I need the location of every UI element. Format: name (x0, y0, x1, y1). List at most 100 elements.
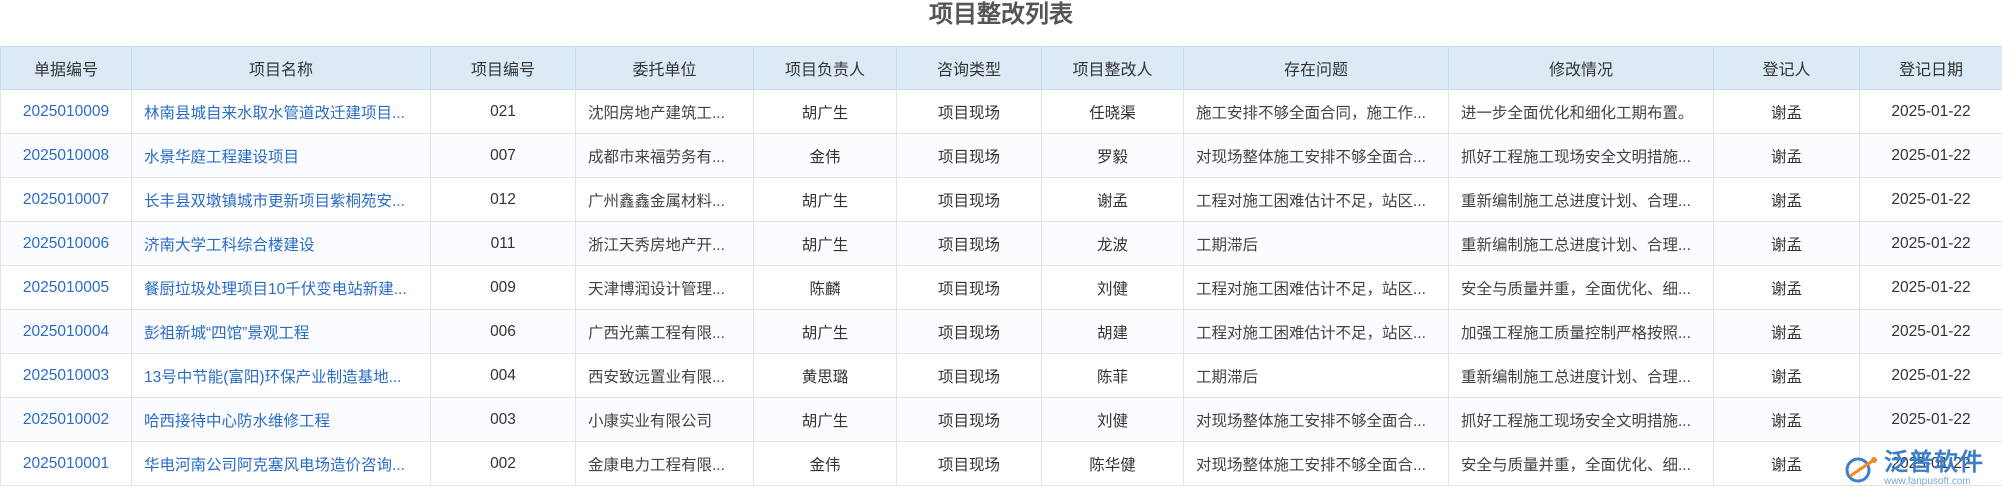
cell-client: 小康实业有限公司 (575, 397, 754, 442)
cell-consult-type: 项目现场 (896, 441, 1042, 486)
cell-register-date: 2025-01-22 (1859, 221, 2002, 266)
cell-issues: 工期滞后 (1183, 221, 1449, 266)
cell-registrar: 谢孟 (1713, 177, 1860, 222)
cell-doc-no[interactable]: 2025010001 (0, 441, 132, 486)
cell-project-name[interactable]: 华电河南公司阿克塞风电场造价咨询... (131, 441, 431, 486)
col-header-modifications[interactable]: 修改情况 (1448, 46, 1714, 90)
col-header-project-lead[interactable]: 项目负责人 (753, 46, 897, 90)
table-row[interactable]: 2025010008 水景华庭工程建设项目 007 成都市来福劳务有... 金伟 项目现场… (0, 133, 2002, 178)
logo-name: 泛普软件 (1884, 449, 1984, 476)
cell-registrar: 谢孟 (1713, 265, 1860, 310)
cell-register-date: 2025-01-22 (1859, 397, 2002, 442)
cell-modifications: 抓好工程施工现场安全文明措施... (1448, 133, 1714, 178)
cell-consult-type: 项目现场 (896, 133, 1042, 178)
cell-consult-type: 项目现场 (896, 177, 1042, 222)
cell-doc-no[interactable]: 2025010002 (0, 397, 132, 442)
table-row[interactable]: 2025010002 哈西接待中心防水维修工程 003 小康实业有限公司 胡广生 项目现场… (0, 397, 2002, 442)
table-row[interactable]: 2025010003 13号中节能(富阳)环保产业制造基地... 004 西安致远置业… (0, 353, 2002, 398)
cell-project-no: 009 (430, 265, 576, 310)
col-header-register-date[interactable]: 登记日期 (1859, 46, 2002, 90)
cell-modifications: 重新编制施工总进度计划、合理... (1448, 221, 1714, 266)
cell-registrar: 谢孟 (1713, 221, 1860, 266)
cell-doc-no[interactable]: 2025010009 (0, 89, 132, 134)
cell-project-no: 011 (430, 221, 576, 266)
cell-register-date: 2025-01-22 (1859, 133, 2002, 178)
cell-project-name[interactable]: 济南大学工科综合楼建设 (131, 221, 431, 266)
logo-url: www.fanpusoft.com (1884, 476, 1971, 487)
cell-rectifier: 刘健 (1041, 265, 1184, 310)
col-header-consult-type[interactable]: 咨询类型 (896, 46, 1042, 90)
cell-doc-no[interactable]: 2025010007 (0, 177, 132, 222)
cell-modifications: 重新编制施工总进度计划、合理... (1448, 353, 1714, 398)
cell-rectifier: 陈菲 (1041, 353, 1184, 398)
cell-consult-type: 项目现场 (896, 89, 1042, 134)
cell-client: 天津博润设计管理... (575, 265, 754, 310)
cell-registrar: 谢孟 (1713, 309, 1860, 354)
cell-register-date: 2025-01-22 (1859, 177, 2002, 222)
cell-rectifier: 谢孟 (1041, 177, 1184, 222)
col-header-client[interactable]: 委托单位 (575, 46, 754, 90)
cell-register-date: 2025-01-22 (1859, 265, 2002, 310)
cell-registrar: 谢孟 (1713, 441, 1860, 486)
cell-modifications: 安全与质量并重，全面优化、细... (1448, 265, 1714, 310)
cell-project-no: 021 (430, 89, 576, 134)
table-row[interactable]: 2025010006 济南大学工科综合楼建设 011 浙江天秀房地产开... 胡广生 项目… (0, 221, 2002, 266)
cell-project-name[interactable]: 水景华庭工程建设项目 (131, 133, 431, 178)
col-header-project-name[interactable]: 项目名称 (131, 46, 431, 90)
cell-rectifier: 刘健 (1041, 397, 1184, 442)
cell-client: 沈阳房地产建筑工... (575, 89, 754, 134)
col-header-rectifier[interactable]: 项目整改人 (1041, 46, 1184, 90)
cell-consult-type: 项目现场 (896, 309, 1042, 354)
cell-project-lead: 金伟 (753, 441, 897, 486)
cell-client: 西安致远置业有限... (575, 353, 754, 398)
rectification-table: 单据编号 项目名称 项目编号 委托单位 项目负责人 咨询类型 项目整改人 存在问… (0, 46, 2002, 486)
cell-doc-no[interactable]: 2025010006 (0, 221, 132, 266)
page-title: 项目整改列表 (929, 1, 1073, 28)
cell-issues: 对现场整体施工安排不够全面合... (1183, 397, 1449, 442)
table-row[interactable]: 2025010005 餐厨垃圾处理项目10千伏变电站新建... 009 天津博润设计管… (0, 265, 2002, 310)
cell-client: 金康电力工程有限... (575, 441, 754, 486)
table-row[interactable]: 2025010009 林南县城自来水取水管道改迁建项目... 021 沈阳房地产建筑工… (0, 89, 2002, 134)
cell-project-name[interactable]: 彭祖新城“四馆”景观工程 (131, 309, 431, 354)
cell-project-name[interactable]: 林南县城自来水取水管道改迁建项目... (131, 89, 431, 134)
cell-client: 成都市来福劳务有... (575, 133, 754, 178)
brand-logo: 泛普软件 www.fanpusoft.com (1844, 449, 1994, 489)
cell-consult-type: 项目现场 (896, 265, 1042, 310)
cell-consult-type: 项目现场 (896, 221, 1042, 266)
col-header-issues[interactable]: 存在问题 (1183, 46, 1449, 90)
col-header-project-no[interactable]: 项目编号 (430, 46, 576, 90)
cell-modifications: 抓好工程施工现场安全文明措施... (1448, 397, 1714, 442)
cell-issues: 工程对施工困难估计不足，站区... (1183, 177, 1449, 222)
cell-project-no: 003 (430, 397, 576, 442)
cell-issues: 工程对施工困难估计不足，站区... (1183, 309, 1449, 354)
cell-issues: 工程对施工困难估计不足，站区... (1183, 265, 1449, 310)
cell-project-lead: 胡广生 (753, 89, 897, 134)
table-row[interactable]: 2025010004 彭祖新城“四馆”景观工程 006 广西光薰工程有限... 胡广生项… (0, 309, 2002, 354)
col-header-doc-no[interactable]: 单据编号 (0, 46, 132, 90)
cell-rectifier: 任晓渠 (1041, 89, 1184, 134)
cell-register-date: 2025-01-22 (1859, 89, 2002, 134)
cell-project-name[interactable]: 餐厨垃圾处理项目10千伏变电站新建... (131, 265, 431, 310)
table-row[interactable]: 2025010007 长丰县双墩镇城市更新项目紫桐苑安... 012 广州鑫鑫金属材料… (0, 177, 2002, 222)
cell-registrar: 谢孟 (1713, 397, 1860, 442)
cell-client: 浙江天秀房地产开... (575, 221, 754, 266)
cell-doc-no[interactable]: 2025010004 (0, 309, 132, 354)
cell-doc-no[interactable]: 2025010008 (0, 133, 132, 178)
cell-project-lead: 陈麟 (753, 265, 897, 310)
cell-issues: 工期滞后 (1183, 353, 1449, 398)
cell-doc-no[interactable]: 2025010005 (0, 265, 132, 310)
cell-modifications: 安全与质量并重，全面优化、细... (1448, 441, 1714, 486)
col-header-registrar[interactable]: 登记人 (1713, 46, 1860, 90)
cell-doc-no[interactable]: 2025010003 (0, 353, 132, 398)
cell-project-lead: 黄思璐 (753, 353, 897, 398)
cell-project-name[interactable]: 哈西接待中心防水维修工程 (131, 397, 431, 442)
table-row[interactable]: 2025010001 华电河南公司阿克塞风电场造价咨询... 002 金康电力工程有限… (0, 441, 2002, 486)
cell-project-name[interactable]: 13号中节能(富阳)环保产业制造基地... (131, 353, 431, 398)
cell-issues: 施工安排不够全面合同，施工作... (1183, 89, 1449, 134)
cell-consult-type: 项目现场 (896, 397, 1042, 442)
cell-client: 广西光薰工程有限... (575, 309, 754, 354)
cell-modifications: 进一步全面优化和细化工期布置。 (1448, 89, 1714, 134)
cell-project-name[interactable]: 长丰县双墩镇城市更新项目紫桐苑安... (131, 177, 431, 222)
cell-rectifier: 胡建 (1041, 309, 1184, 354)
cell-rectifier: 龙波 (1041, 221, 1184, 266)
